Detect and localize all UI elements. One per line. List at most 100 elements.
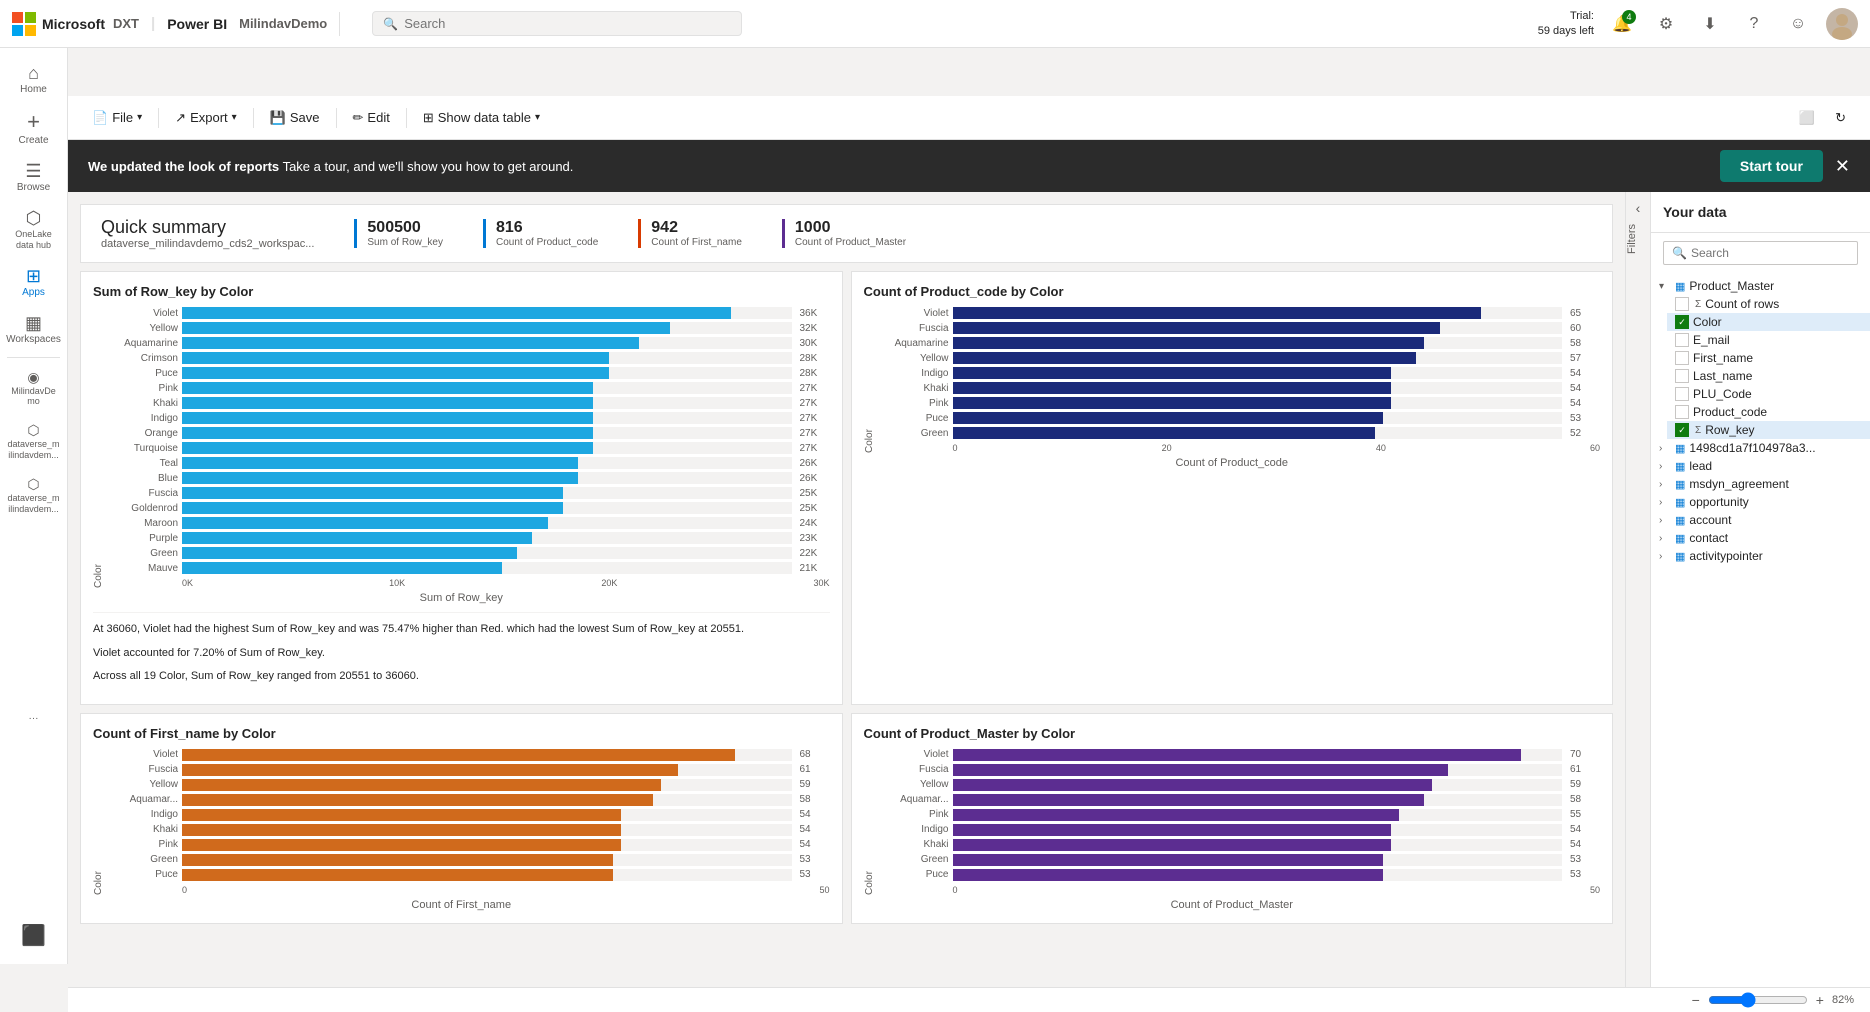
global-search-box[interactable]: 🔍 — [372, 11, 742, 36]
tree-item-1498[interactable]: › ▦ 1498cd1a7f104978a3... — [1651, 439, 1870, 457]
filters-toggle-strip: ‹ Filters — [1625, 192, 1650, 987]
bar-track — [182, 397, 792, 409]
bar-fill — [182, 397, 593, 409]
bar-label: Pink — [879, 809, 949, 820]
tree-item-account[interactable]: › ▦ account — [1651, 511, 1870, 529]
file-button[interactable]: 📄 File ▾ — [84, 106, 150, 130]
bar-value: 27K — [800, 443, 830, 454]
bar-label: Yellow — [879, 353, 949, 364]
x-tick: 10K — [389, 578, 405, 588]
show-data-table-button[interactable]: ⊞ Show data table ▾ — [415, 106, 548, 130]
bar-fill — [182, 502, 563, 514]
bar-fill — [182, 412, 593, 424]
tree-item-count-rows[interactable]: Σ Count of rows — [1667, 295, 1870, 313]
x-tick: 20 — [1162, 443, 1172, 453]
save-button[interactable]: 💾 Save — [262, 106, 328, 130]
edit-button[interactable]: ✏ Edit — [345, 106, 398, 130]
tree-item-email[interactable]: E_mail — [1667, 331, 1870, 349]
bar-row: Indigo 54 — [108, 809, 830, 821]
sidebar-item-apps[interactable]: ⊞ Apps — [0, 259, 67, 306]
bar-label: Green — [108, 548, 178, 559]
x-tick: 40 — [1376, 443, 1386, 453]
checkbox-count-rows[interactable] — [1675, 297, 1689, 311]
bar-label: Yellow — [108, 323, 178, 334]
toolbar-sep-3 — [336, 108, 337, 128]
panel-header: Your data — [1651, 192, 1870, 233]
sidebar-item-dataverse2[interactable]: ⬡ dataverse_milindavdem... — [0, 469, 67, 523]
x-axis-labels: 0K10K20K30K — [108, 578, 830, 588]
refresh-button[interactable]: ↻ — [1827, 106, 1854, 130]
checkbox-email[interactable] — [1675, 333, 1689, 347]
zoom-in-button[interactable]: + — [1816, 992, 1824, 1008]
checkbox-color[interactable]: ✓ — [1675, 315, 1689, 329]
bar-label: Aquamar... — [108, 794, 178, 805]
user-avatar — [1826, 8, 1858, 40]
settings-button[interactable]: ⚙ — [1650, 8, 1682, 40]
zoom-slider[interactable] — [1708, 992, 1808, 1008]
qs-metric-2: 942 Count of First_name — [638, 219, 742, 248]
notifications-button[interactable]: 🔔 4 — [1606, 8, 1638, 40]
close-banner-button[interactable]: ✕ — [1835, 156, 1850, 177]
sidebar-item-home[interactable]: ⌂ Home — [0, 56, 67, 103]
tree-item-first-name[interactable]: First_name — [1667, 349, 1870, 367]
tree-item-product-master[interactable]: ▾ ▦ Product_Master — [1651, 277, 1870, 295]
dataverse1-icon: ⬡ — [27, 423, 39, 437]
tree-item-lead[interactable]: › ▦ lead — [1651, 457, 1870, 475]
sidebar-item-browse[interactable]: ☰ Browse — [0, 154, 67, 201]
window-mode-button[interactable]: ⬜ — [1791, 106, 1823, 130]
panel-search-input[interactable] — [1691, 246, 1849, 260]
checkbox-row-key[interactable]: ✓ — [1675, 423, 1689, 437]
checkbox-last-name[interactable] — [1675, 369, 1689, 383]
panel-search-box[interactable]: 🔍 — [1663, 241, 1858, 265]
tree-item-plu-code[interactable]: PLU_Code — [1667, 385, 1870, 403]
collapse-panel-button[interactable]: ‹ — [1626, 192, 1650, 216]
qs-label-1: Count of Product_code — [496, 237, 598, 248]
tree-item-last-name[interactable]: Last_name — [1667, 367, 1870, 385]
tree-item-opportunity[interactable]: › ▦ opportunity — [1651, 493, 1870, 511]
file-label: File — [112, 110, 133, 125]
chart3-y-label: Color — [93, 749, 104, 895]
bar-fill — [182, 382, 593, 394]
bar-value: 58 — [800, 794, 830, 805]
global-search-input[interactable] — [404, 16, 731, 31]
help-button[interactable]: ? — [1738, 8, 1770, 40]
sidebar-item-onelake[interactable]: ⬡ OneLakedata hub — [0, 201, 67, 259]
bar-value: 54 — [800, 809, 830, 820]
tree-item-color[interactable]: ✓ Color — [1667, 313, 1870, 331]
expand-icon-1498: › — [1659, 443, 1671, 454]
zoom-out-button[interactable]: − — [1692, 992, 1700, 1008]
bar-row: Indigo 54 — [879, 367, 1601, 379]
bar-row: Fuscia 61 — [879, 764, 1601, 776]
user-menu-button[interactable]: ☺ — [1782, 8, 1814, 40]
bar-row: Pink 54 — [879, 397, 1601, 409]
bar-value: 52 — [1570, 428, 1600, 439]
sidebar-item-powerbi: ⬛ — [0, 915, 67, 956]
tree-item-contact[interactable]: › ▦ contact — [1651, 529, 1870, 547]
checkbox-product-code[interactable] — [1675, 405, 1689, 419]
download-button[interactable]: ⬇ — [1694, 8, 1726, 40]
start-tour-button[interactable]: Start tour — [1720, 150, 1823, 182]
tree-item-row-key[interactable]: ✓ Σ Row_key — [1667, 421, 1870, 439]
sidebar-label-create: Create — [18, 135, 48, 146]
x-axis-labels: 050 — [879, 885, 1601, 895]
chart2-y-label: Color — [864, 307, 875, 453]
home-icon: ⌂ — [28, 64, 39, 82]
search-icon: 🔍 — [383, 17, 398, 31]
tree-item-activitypointer[interactable]: › ▦ activitypointer — [1651, 547, 1870, 565]
sidebar-item-milindavdemo[interactable]: ◉ MilindavDemo — [0, 362, 67, 416]
bar-row: Indigo 54 — [879, 824, 1601, 836]
checkbox-first-name[interactable] — [1675, 351, 1689, 365]
reports-area: Quick summary dataverse_milindavdemo_cds… — [68, 192, 1625, 987]
tree-item-msdyn[interactable]: › ▦ msdyn_agreement — [1651, 475, 1870, 493]
checkbox-plu-code[interactable] — [1675, 387, 1689, 401]
sidebar-item-more[interactable]: ··· — [0, 705, 67, 732]
sidebar-item-dataverse1[interactable]: ⬡ dataverse_milindavdem... — [0, 415, 67, 469]
tree-label-email: E_mail — [1693, 333, 1862, 347]
bar-track — [182, 562, 792, 574]
sidebar-item-workspaces[interactable]: ▦ Workspaces — [0, 306, 67, 353]
sidebar-item-create[interactable]: + Create — [0, 103, 67, 154]
chart2-title: Count of Product_code by Color — [864, 284, 1601, 299]
tree-item-product-code[interactable]: Product_code — [1667, 403, 1870, 421]
bar-row: Puce 28K — [108, 367, 830, 379]
export-button[interactable]: ↗ Export ▾ — [167, 106, 245, 130]
